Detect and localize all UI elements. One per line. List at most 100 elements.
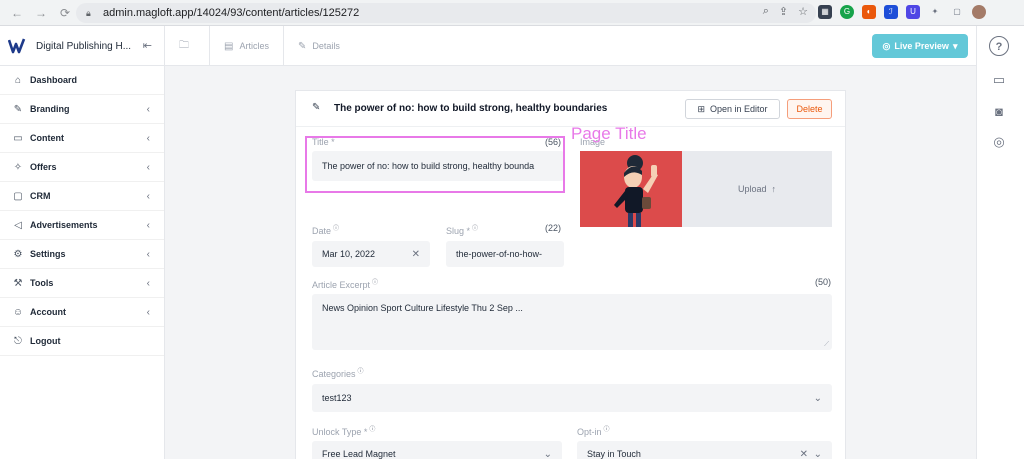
branding-icon: ✎ bbox=[13, 103, 23, 115]
sidebar-item-content[interactable]: ▭ Content ‹ bbox=[0, 124, 164, 153]
tools-icon: ⚒ bbox=[13, 277, 23, 289]
dashboard-icon: ⌂ bbox=[14, 74, 22, 86]
sidebar-item-label: CRM bbox=[30, 191, 51, 201]
optin-label: Opt-in ⓘ bbox=[577, 427, 610, 437]
url-text: admin.magloft.app/14024/93/content/artic… bbox=[103, 7, 360, 19]
extension-icon[interactable]: G bbox=[840, 5, 854, 19]
arrow-up-icon: ↑ bbox=[771, 184, 777, 194]
external-icon: ⊞ bbox=[697, 103, 705, 114]
chevron-left-icon: ‹ bbox=[146, 161, 150, 173]
share-icon[interactable]: ⇪ bbox=[779, 5, 788, 18]
bookmark-icon[interactable]: ☆ bbox=[798, 5, 808, 18]
clear-icon[interactable]: ✕ bbox=[412, 249, 420, 260]
extension-icon[interactable]: ▦ bbox=[818, 5, 832, 19]
list-icon: ▤ bbox=[224, 40, 234, 52]
chevron-down-icon: ▾ bbox=[952, 40, 958, 51]
sidebar: ⌂ Dashboard ✎ Branding ‹ ▭ Content ‹ ✧ Offers ‹ ▢ CR… bbox=[0, 66, 165, 459]
date-input[interactable]: Mar 10, 2022 ✕ bbox=[312, 241, 430, 267]
info-icon: ⓘ bbox=[333, 226, 340, 232]
slug-count: (22) bbox=[545, 223, 562, 233]
info-icon: ⓘ bbox=[357, 369, 364, 375]
chevron-down-icon: ⌄ bbox=[813, 448, 822, 459]
record-icon[interactable]: ◎ bbox=[989, 132, 1009, 152]
delete-button[interactable]: Delete bbox=[787, 99, 832, 119]
categories-select[interactable]: test123 ⌄ bbox=[312, 384, 832, 412]
extensions-row: ▦ G ◐ ℐ U ✦ ▢ bbox=[818, 5, 986, 19]
unlock-type-label: Unlock Type * ⓘ bbox=[312, 427, 376, 437]
sidebar-item-label: Offers bbox=[30, 162, 57, 172]
sidebar-item-label: Tools bbox=[30, 278, 54, 288]
info-icon: ⓘ bbox=[603, 427, 610, 433]
sidebar-item-crm[interactable]: ▢ CRM ‹ bbox=[0, 182, 164, 211]
zoom-icon[interactable]: ⌕ bbox=[763, 5, 769, 18]
address-actions: ⌕ ⇪ ☆ bbox=[763, 5, 808, 18]
sidebar-item-settings[interactable]: ⚙ Settings ‹ bbox=[0, 240, 164, 269]
sidebar-item-label: Settings bbox=[30, 249, 66, 259]
annotation-overlay bbox=[305, 136, 729, 196]
extension-icon[interactable]: U bbox=[906, 5, 920, 19]
resize-handle-icon[interactable]: ⟋ bbox=[824, 341, 829, 349]
address-bar[interactable]: 🔒︎ admin.magloft.app/14024/93/content/ar… bbox=[76, 3, 816, 23]
help-icon[interactable]: ? bbox=[989, 36, 1009, 56]
chevron-left-icon: ‹ bbox=[146, 219, 150, 231]
chevron-left-icon: ‹ bbox=[146, 277, 150, 289]
pencil-icon: ✎ bbox=[312, 102, 321, 113]
pencil-icon: ✎ bbox=[297, 40, 307, 52]
collapse-sidebar-icon[interactable]: ⇤ bbox=[143, 39, 152, 52]
content-icon: ▭ bbox=[13, 132, 23, 144]
article-heading: The power of no: how to build strong, he… bbox=[334, 103, 608, 114]
optin-select[interactable]: Stay in Touch ✕ ⌄ bbox=[577, 441, 832, 459]
right-rail: ? ▭ ◙ ◎ bbox=[976, 26, 1024, 459]
info-icon: ⓘ bbox=[372, 280, 379, 286]
info-icon: ⓘ bbox=[472, 226, 479, 232]
sidebar-item-label: Branding bbox=[30, 104, 70, 114]
clear-icon[interactable]: ✕ bbox=[800, 449, 808, 459]
breadcrumb-details: ✎ Details bbox=[297, 40, 340, 52]
extension-icon[interactable]: ◐ bbox=[862, 5, 876, 19]
offers-icon: ✧ bbox=[13, 161, 23, 173]
excerpt-count: (50) bbox=[815, 277, 832, 287]
chevron-left-icon: ‹ bbox=[146, 103, 150, 115]
article-header: ✎ The power of no: how to build strong, … bbox=[296, 91, 845, 127]
chevron-left-icon: ‹ bbox=[146, 248, 150, 260]
sidebar-item-label: Account bbox=[30, 307, 66, 317]
sidebar-item-offers[interactable]: ✧ Offers ‹ bbox=[0, 153, 164, 182]
back-icon[interactable]: ← bbox=[10, 6, 24, 20]
account-icon: ☺ bbox=[12, 306, 24, 318]
puzzle-icon[interactable]: ✦ bbox=[928, 5, 942, 19]
discord-icon[interactable]: ◙ bbox=[989, 102, 1009, 122]
info-icon: ⓘ bbox=[369, 427, 376, 433]
sidebar-item-dashboard[interactable]: ⌂ Dashboard bbox=[0, 66, 164, 95]
sidebar-item-branding[interactable]: ✎ Branding ‹ bbox=[0, 95, 164, 124]
forward-icon[interactable]: → bbox=[34, 6, 48, 20]
chevron-down-icon: ⌄ bbox=[813, 392, 822, 404]
sidebar-item-logout[interactable]: ⎋ Logout bbox=[0, 327, 164, 356]
sidepanel-icon[interactable]: ▢ bbox=[950, 5, 964, 19]
breadcrumb-articles[interactable]: ▤ Articles bbox=[210, 26, 284, 66]
excerpt-label: Article Excerpt ⓘ bbox=[312, 280, 379, 290]
chevron-down-icon: ⌄ bbox=[543, 448, 552, 459]
avatar[interactable] bbox=[972, 5, 986, 19]
sidebar-item-tools[interactable]: ⚒ Tools ‹ bbox=[0, 269, 164, 298]
unlock-type-select[interactable]: Free Lead Magnet ⌄ bbox=[312, 441, 562, 459]
reload-icon[interactable]: ⟳ bbox=[58, 6, 72, 20]
slug-input[interactable]: the-power-of-no-how- bbox=[446, 241, 564, 267]
sidebar-item-label: Advertisements bbox=[30, 220, 98, 230]
magloft-logo-icon bbox=[8, 38, 26, 54]
extension-icon[interactable]: ℐ bbox=[884, 5, 898, 19]
excerpt-textarea[interactable]: News Opinion Sport Culture Lifestyle Thu… bbox=[312, 294, 832, 350]
brand: Digital Publishing H... ⇤ bbox=[0, 26, 165, 66]
breadcrumb-home[interactable]: 🗀︎ bbox=[165, 26, 210, 66]
open-in-editor-button[interactable]: ⊞ Open in Editor bbox=[685, 99, 780, 119]
sidebar-item-account[interactable]: ☺ Account ‹ bbox=[0, 298, 164, 327]
date-label: Date ⓘ bbox=[312, 226, 340, 236]
chevron-left-icon: ‹ bbox=[146, 190, 150, 202]
chevron-left-icon: ‹ bbox=[146, 132, 150, 144]
chat-icon[interactable]: ▭ bbox=[989, 70, 1009, 90]
live-preview-button[interactable]: ◎ Live Preview ▾ bbox=[872, 34, 968, 58]
advertisements-icon: ◁ bbox=[14, 219, 22, 231]
chevron-left-icon: ‹ bbox=[146, 306, 150, 318]
settings-icon: ⚙ bbox=[13, 248, 23, 260]
lock-icon: 🔒︎ bbox=[86, 8, 91, 18]
sidebar-item-advertisements[interactable]: ◁ Advertisements ‹ bbox=[0, 211, 164, 240]
